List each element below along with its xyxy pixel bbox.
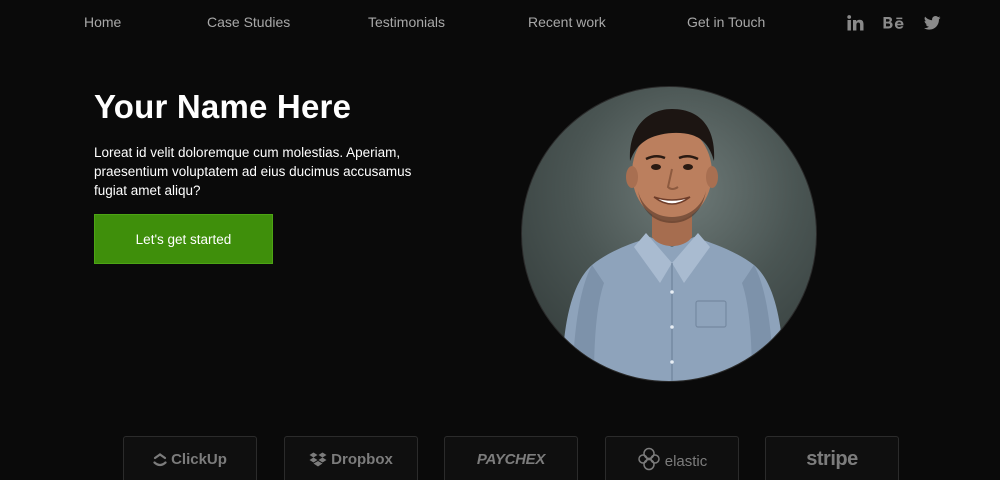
twitter-icon[interactable]	[922, 12, 942, 34]
hero-description: Loreat id velit doloremque cum molestias…	[94, 145, 412, 198]
nav-link-recent-work[interactable]: Recent work	[528, 14, 606, 30]
elastic-logo: elastic	[605, 436, 739, 480]
nav-link-home[interactable]: Home	[84, 14, 121, 30]
linkedin-icon[interactable]	[845, 12, 865, 34]
profile-photo	[521, 86, 817, 382]
nav-link-case-studies[interactable]: Case Studies	[207, 14, 290, 30]
behance-icon[interactable]	[882, 12, 906, 34]
get-started-button[interactable]: Let's get started	[94, 214, 273, 264]
nav-link-get-in-touch[interactable]: Get in Touch	[687, 14, 765, 30]
hero-title: Your Name Here	[94, 88, 352, 125]
clickup-label: ClickUp	[171, 451, 227, 468]
elastic-label: elastic	[664, 452, 708, 470]
nav-link-testimonials[interactable]: Testimonials	[368, 14, 445, 30]
top-nav: Home Case Studies Testimonials Recent wo…	[0, 0, 1000, 46]
stripe-label: stripe	[806, 448, 858, 470]
dropbox-logo: Dropbox	[284, 436, 418, 480]
paychex-label: PAYCHEX	[476, 451, 546, 468]
stripe-logo: stripe	[765, 436, 899, 480]
elastic-icon	[637, 447, 660, 471]
paychex-logo: PAYCHEX	[444, 436, 578, 480]
dropbox-label: Dropbox	[331, 451, 393, 468]
dropbox-icon	[309, 452, 327, 466]
clickup-logo: ClickUp	[123, 436, 257, 480]
clickup-icon	[153, 452, 167, 466]
landing-page: Home Case Studies Testimonials Recent wo…	[0, 0, 1000, 480]
